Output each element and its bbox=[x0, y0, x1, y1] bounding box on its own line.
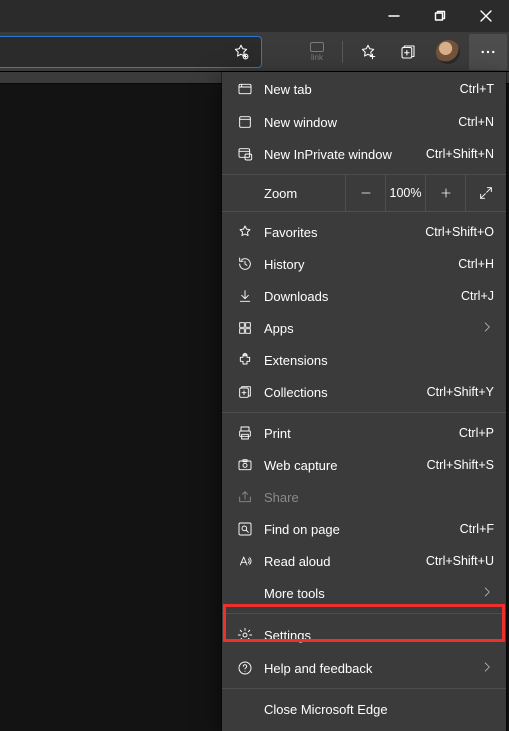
menu-item-shortcut: Ctrl+Shift+O bbox=[425, 225, 494, 239]
inprivate-icon bbox=[232, 146, 258, 162]
new-window-icon bbox=[232, 114, 258, 130]
menu-item-shortcut: Ctrl+N bbox=[458, 115, 494, 129]
menu-item-shortcut: Ctrl+Shift+S bbox=[427, 458, 494, 472]
favorites-button[interactable] bbox=[349, 34, 387, 70]
menu-divider bbox=[222, 688, 506, 689]
menu-extensions[interactable]: Extensions bbox=[222, 344, 506, 376]
menu-web-capture[interactable]: Web capture Ctrl+Shift+S bbox=[222, 449, 506, 481]
menu-item-shortcut: Ctrl+Shift+N bbox=[426, 147, 494, 161]
menu-item-label: Settings bbox=[258, 628, 494, 643]
zoom-label: Zoom bbox=[222, 175, 346, 211]
menu-item-label: Share bbox=[258, 490, 494, 505]
read-aloud-icon bbox=[232, 553, 258, 569]
find-icon bbox=[232, 521, 258, 537]
chevron-right-icon bbox=[480, 585, 494, 602]
menu-help[interactable]: Help and feedback bbox=[222, 652, 506, 684]
settings-and-more-menu: New tab Ctrl+T New window Ctrl+N New InP… bbox=[222, 72, 506, 731]
avatar bbox=[436, 40, 460, 64]
chevron-right-icon bbox=[480, 660, 494, 677]
collections-icon bbox=[232, 384, 258, 400]
menu-item-shortcut: Ctrl+Shift+U bbox=[426, 554, 494, 568]
window-titlebar bbox=[0, 0, 509, 32]
menu-find[interactable]: Find on page Ctrl+F bbox=[222, 513, 506, 545]
apps-icon bbox=[232, 320, 258, 336]
menu-collections[interactable]: Collections Ctrl+Shift+Y bbox=[222, 376, 506, 408]
menu-close-edge[interactable]: Close Microsoft Edge bbox=[222, 693, 506, 725]
toolbar-separator bbox=[342, 41, 343, 63]
link-label: link bbox=[311, 53, 323, 62]
menu-settings[interactable]: Settings bbox=[222, 618, 506, 652]
menu-share: Share bbox=[222, 481, 506, 513]
close-window-button[interactable] bbox=[463, 0, 509, 32]
menu-item-label: Collections bbox=[258, 385, 427, 400]
menu-item-label: Close Microsoft Edge bbox=[232, 702, 494, 717]
print-icon bbox=[232, 425, 258, 441]
menu-item-shortcut: Ctrl+J bbox=[461, 289, 494, 303]
help-icon bbox=[232, 660, 258, 676]
menu-item-label: New tab bbox=[258, 82, 460, 97]
share-icon bbox=[232, 489, 258, 505]
menu-item-label: Downloads bbox=[258, 289, 461, 304]
menu-apps[interactable]: Apps bbox=[222, 312, 506, 344]
menu-item-label: Web capture bbox=[258, 458, 427, 473]
fullscreen-button[interactable] bbox=[466, 175, 506, 211]
menu-downloads[interactable]: Downloads Ctrl+J bbox=[222, 280, 506, 312]
menu-item-label: Extensions bbox=[258, 353, 494, 368]
zoom-out-button[interactable] bbox=[346, 175, 386, 211]
zoom-in-button[interactable] bbox=[426, 175, 466, 211]
address-bar[interactable] bbox=[0, 36, 262, 68]
menu-item-shortcut: Ctrl+H bbox=[458, 257, 494, 271]
menu-item-label: History bbox=[258, 257, 458, 272]
browser-toolbar: link bbox=[0, 32, 509, 72]
menu-item-shortcut: Ctrl+F bbox=[460, 522, 494, 536]
menu-new-tab[interactable]: New tab Ctrl+T bbox=[222, 72, 506, 106]
download-icon bbox=[232, 288, 258, 304]
menu-item-label: New window bbox=[258, 115, 458, 130]
menu-item-label: Favorites bbox=[258, 225, 425, 240]
gear-icon bbox=[232, 627, 258, 643]
menu-item-shortcut: Ctrl+P bbox=[459, 426, 494, 440]
maximize-button[interactable] bbox=[417, 0, 463, 32]
minimize-button[interactable] bbox=[371, 0, 417, 32]
menu-item-label: More tools bbox=[232, 586, 480, 601]
menu-new-window[interactable]: New window Ctrl+N bbox=[222, 106, 506, 138]
extensions-icon bbox=[232, 352, 258, 368]
menu-item-shortcut: Ctrl+T bbox=[460, 82, 494, 96]
menu-read-aloud[interactable]: Read aloud Ctrl+Shift+U bbox=[222, 545, 506, 577]
menu-history[interactable]: History Ctrl+H bbox=[222, 248, 506, 280]
new-tab-icon bbox=[232, 81, 258, 97]
menu-divider bbox=[222, 613, 506, 614]
menu-item-label: New InPrivate window bbox=[258, 147, 426, 162]
more-menu-button[interactable] bbox=[469, 34, 507, 70]
collections-button[interactable] bbox=[389, 34, 427, 70]
menu-item-label: Find on page bbox=[258, 522, 460, 537]
menu-favorites[interactable]: Favorites Ctrl+Shift+O bbox=[222, 216, 506, 248]
web-capture-icon bbox=[232, 457, 258, 473]
add-favorite-icon[interactable] bbox=[227, 38, 255, 66]
menu-print[interactable]: Print Ctrl+P bbox=[222, 417, 506, 449]
history-icon bbox=[232, 256, 258, 272]
menu-item-label: Help and feedback bbox=[258, 661, 480, 676]
menu-item-label: Read aloud bbox=[258, 554, 426, 569]
menu-zoom: Zoom 100% bbox=[222, 174, 506, 212]
menu-item-label: Print bbox=[258, 426, 459, 441]
menu-divider bbox=[222, 412, 506, 413]
zoom-value: 100% bbox=[386, 175, 426, 211]
menu-more-tools[interactable]: More tools bbox=[222, 577, 506, 609]
menu-item-label: Apps bbox=[258, 321, 480, 336]
star-icon bbox=[232, 224, 258, 240]
profile-button[interactable] bbox=[429, 34, 467, 70]
menu-item-shortcut: Ctrl+Shift+Y bbox=[427, 385, 494, 399]
chevron-right-icon bbox=[480, 320, 494, 337]
link-drop-button[interactable]: link bbox=[298, 34, 336, 70]
menu-new-inprivate[interactable]: New InPrivate window Ctrl+Shift+N bbox=[222, 138, 506, 170]
